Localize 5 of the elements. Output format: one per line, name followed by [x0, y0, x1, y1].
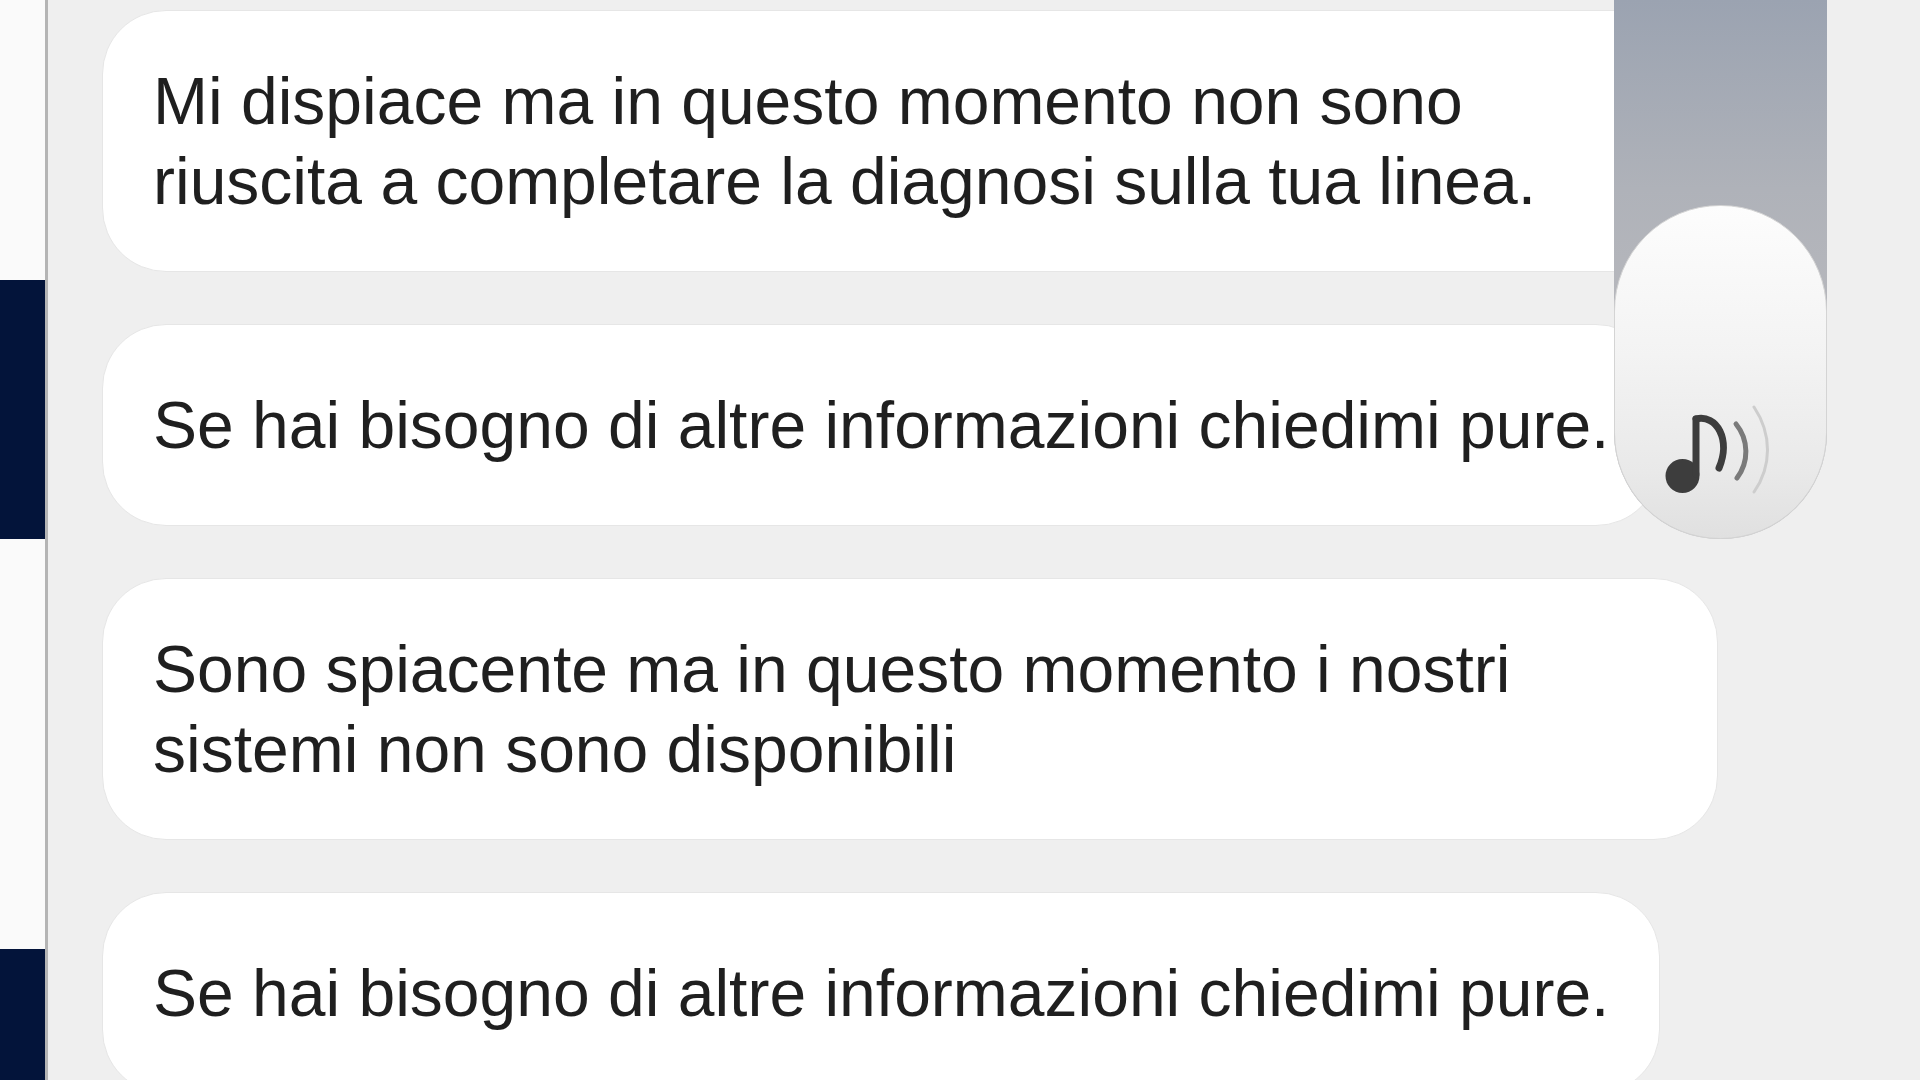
message-text: Sono spiacente ma in questo momento i nostri sistemi non sono disponibili — [153, 632, 1511, 786]
message-text: Mi dispiace ma in questo momento non sono riuscita a completare la diagnosi sulla tua linea. — [153, 64, 1537, 218]
message-text: Se hai bisogno di altre informazioni chiedimi pure. — [153, 956, 1610, 1030]
message-text: Se hai bisogno di altre informazioni chiedimi pure. — [153, 388, 1610, 462]
music-note-icon — [1665, 404, 1770, 494]
